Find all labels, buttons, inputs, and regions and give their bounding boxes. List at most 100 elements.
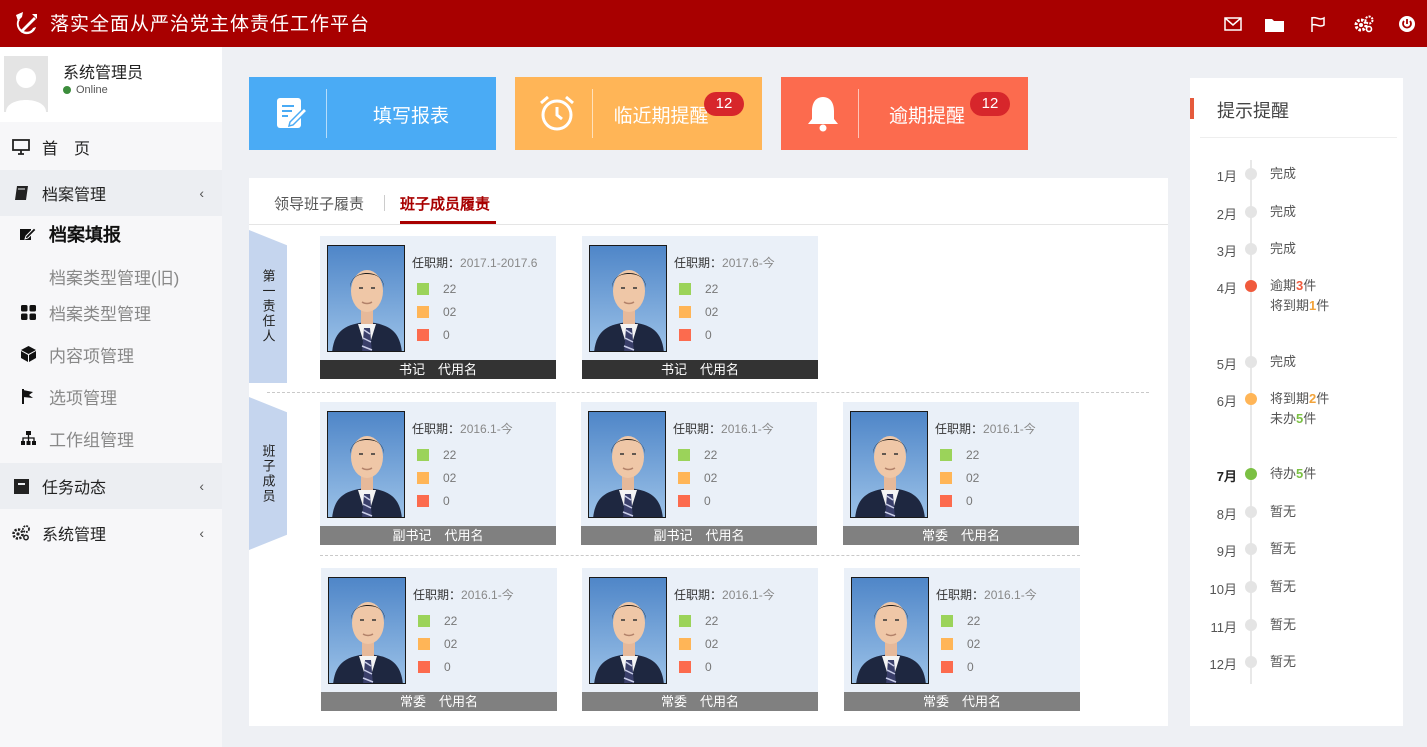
overdue-swatch-icon (418, 661, 430, 673)
upcoming-reminder-button[interactable]: 临近期提醒 12 (515, 77, 762, 150)
term-text: 任职期：2016.1-今 (412, 420, 513, 437)
settings-icon[interactable] (1353, 13, 1375, 35)
chevron-left-icon: ‹ (199, 185, 204, 201)
timeline-text: 完成 (1270, 354, 1297, 369)
status-pending: 02 (679, 637, 718, 651)
nav-system[interactable]: 系统管理 ‹ (0, 510, 222, 556)
timeline-text-part: 件 (1316, 298, 1330, 313)
nav-content[interactable]: 内容项管理 (0, 333, 222, 375)
done-swatch-icon (678, 449, 690, 461)
timeline-text: 暂无 (1270, 504, 1297, 519)
mail-icon[interactable] (1222, 13, 1244, 35)
status-done: 22 (417, 448, 456, 462)
term-value: 2016.1-今 (984, 588, 1037, 602)
member-card[interactable]: 任职期：2016.1-今 22 02 0 常委 代用名 (843, 402, 1079, 545)
nav-home[interactable]: 首 页 (0, 124, 222, 170)
nav-archive[interactable]: 档案管理 ‹ (0, 170, 222, 216)
status-done: 22 (679, 282, 718, 296)
member-card[interactable]: 任职期：2016.1-今 22 02 0 副书记 代用名 (581, 402, 817, 545)
pending-count: 02 (705, 305, 719, 319)
nav-task[interactable]: 任务动态 ‹ (0, 463, 222, 509)
tab-leadership[interactable]: 领导班子履责 (274, 193, 364, 214)
power-icon[interactable] (1396, 13, 1418, 35)
section-label-first-text: 第一责任人 (260, 269, 276, 344)
status-pending: 02 (940, 471, 979, 485)
online-dot-icon (63, 86, 71, 94)
overdue-swatch-icon (417, 495, 429, 507)
timeline-dot-icon (1245, 206, 1257, 218)
timeline-month: 3月 (1216, 244, 1237, 259)
member-name-bar: 常委 代用名 (844, 692, 1080, 711)
term-label: 任职期： (935, 422, 984, 436)
status-overdue: 0 (941, 660, 974, 674)
divider-dashed (267, 392, 1149, 393)
timeline-text: 暂无 (1270, 654, 1297, 669)
timeline-dot-icon (1245, 168, 1257, 180)
timeline-month: 7月 (1216, 469, 1237, 484)
status-overdue: 0 (679, 660, 712, 674)
member-name-bar: 常委 代用名 (582, 692, 818, 711)
timeline-text-part: 件 (1303, 466, 1317, 481)
member-card[interactable]: 任职期：2017.1-2017.6 22 02 0 书记 代用名 (320, 236, 556, 379)
status-pending: 02 (417, 471, 456, 485)
nav-workgroup[interactable]: 工作组管理 (0, 417, 222, 459)
member-card[interactable]: 任职期：2016.1-今 22 02 0 常委 代用名 (321, 568, 557, 711)
term-text: 任职期：2016.1-今 (936, 586, 1037, 603)
member-card[interactable]: 任职期：2017.6-今 22 02 0 书记 代用名 (582, 236, 818, 379)
timeline-text-part: 将到期 (1270, 298, 1310, 313)
pending-swatch-icon (678, 472, 690, 484)
fill-report-label: 填写报表 (372, 106, 449, 127)
term-label: 任职期： (413, 588, 462, 602)
timeline-dot-icon (1245, 656, 1257, 668)
tab-members[interactable]: 班子成员履责 (400, 193, 490, 214)
status-overdue: 0 (678, 494, 711, 508)
overdue-reminder-button[interactable]: 逾期提醒 12 (781, 77, 1028, 150)
nav-home-label: 首 页 (42, 141, 91, 158)
overdue-count: 0 (967, 660, 974, 674)
timeline-month: 12月 (1209, 657, 1237, 672)
nav-archive-fill[interactable]: 档案填报 (0, 213, 222, 255)
done-count: 22 (967, 614, 981, 628)
member-card[interactable]: 任职期：2016.1-今 22 02 0 常委 代用名 (844, 568, 1080, 711)
timeline-dot-icon (1245, 543, 1257, 555)
pending-count: 02 (966, 471, 980, 485)
folder-icon[interactable] (1263, 13, 1285, 35)
overdue-count: 0 (704, 494, 711, 508)
nav-task-label: 任务动态 (42, 480, 107, 497)
divider-dashed (320, 555, 1080, 556)
done-swatch-icon (940, 449, 952, 461)
member-photo (327, 245, 405, 352)
bell-icon (803, 93, 843, 133)
timeline-text: 完成 (1270, 241, 1297, 256)
fill-report-button[interactable]: 填写报表 (249, 77, 496, 150)
nav-options[interactable]: 选项管理 (0, 375, 222, 417)
archive-box-icon (12, 477, 30, 495)
member-name-bar: 常委 代用名 (321, 692, 557, 711)
done-count: 22 (705, 282, 719, 296)
overdue-count: 0 (705, 328, 712, 342)
pending-swatch-icon (940, 472, 952, 484)
pending-count: 02 (443, 471, 457, 485)
member-card[interactable]: 任职期：2016.1-今 22 02 0 副书记 代用名 (320, 402, 556, 545)
term-label: 任职期： (412, 256, 461, 270)
timeline-text-part: 逾期 (1270, 278, 1297, 293)
timeline-text: 逾期3件 将到期1件 (1270, 276, 1329, 316)
done-count: 22 (444, 614, 458, 628)
nav-archive-fill-label: 档案填报 (49, 225, 121, 245)
status-pending: 02 (678, 471, 717, 485)
timeline-text-part: 将到期 (1270, 391, 1310, 406)
flag-icon[interactable] (1307, 13, 1329, 35)
user-status-text: Online (76, 84, 108, 96)
flag-icon (20, 388, 36, 404)
timeline-text-part: 待办 (1270, 466, 1297, 481)
status-done: 22 (418, 614, 457, 628)
term-value: 2016.1-今 (460, 422, 513, 436)
term-label: 任职期： (674, 256, 723, 270)
upcoming-count-badge: 12 (704, 92, 744, 116)
timeline-month: 11月 (1210, 620, 1238, 635)
nav-archive-type[interactable]: 档案类型管理 (0, 291, 222, 333)
term-text: 任职期：2016.1-今 (935, 420, 1036, 437)
member-card[interactable]: 任职期：2016.1-今 22 02 0 常委 代用名 (582, 568, 818, 711)
term-value: 2016.1-今 (722, 588, 775, 602)
term-text: 任职期：2016.1-今 (674, 586, 775, 603)
